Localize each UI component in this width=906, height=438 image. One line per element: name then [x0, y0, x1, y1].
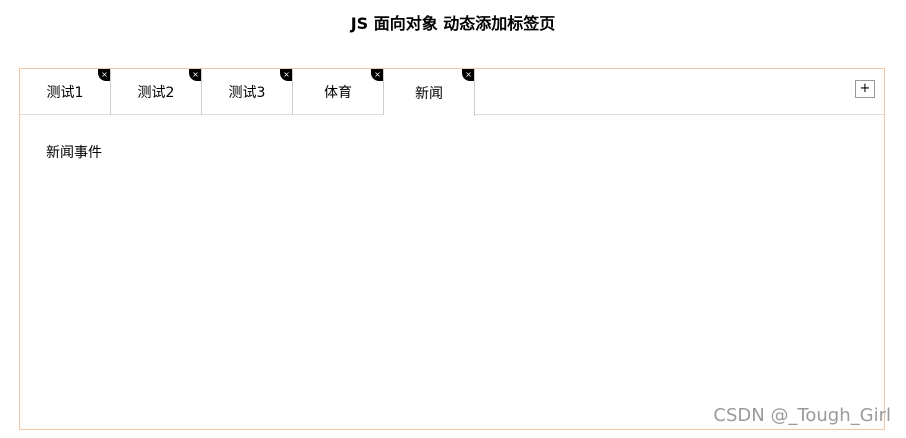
watermark: CSDN @_Tough_Girl: [713, 405, 891, 426]
tab-label: 新闻: [415, 85, 443, 102]
tab-label: 体育: [324, 85, 352, 101]
tab-content: 新闻事件: [20, 115, 884, 191]
tab-item-5[interactable]: 新闻 ×: [384, 69, 475, 116]
tab-label: 测试3: [228, 85, 266, 101]
tab-list: 测试1 × 测试2 × 测试3 × 体育 × 新闻 ×: [20, 69, 884, 116]
tab-panel: 新闻事件: [46, 145, 102, 161]
close-icon[interactable]: ×: [462, 69, 474, 81]
page: JS 面向对象 动态添加标签页 测试1 × 测试2 × 测试3 × 体育 × 新…: [0, 0, 906, 438]
page-title: JS 面向对象 动态添加标签页: [350, 14, 556, 33]
tab-item-4[interactable]: 体育 ×: [293, 69, 384, 115]
tab-item-3[interactable]: 测试3 ×: [202, 69, 293, 115]
tab-item-2[interactable]: 测试2 ×: [111, 69, 202, 115]
tab-label: 测试2: [137, 85, 175, 101]
tab-item-1[interactable]: 测试1 ×: [20, 69, 111, 115]
close-icon[interactable]: ×: [280, 69, 292, 81]
close-icon[interactable]: ×: [189, 69, 201, 81]
tab-label: 测试1: [46, 85, 84, 101]
add-tab-button[interactable]: +: [855, 80, 875, 98]
close-icon[interactable]: ×: [371, 69, 383, 81]
close-icon[interactable]: ×: [98, 69, 110, 81]
tab-nav: 测试1 × 测试2 × 测试3 × 体育 × 新闻 × +: [20, 69, 884, 116]
tabs-box: 测试1 × 测试2 × 测试3 × 体育 × 新闻 × + 新闻事件: [19, 68, 885, 430]
